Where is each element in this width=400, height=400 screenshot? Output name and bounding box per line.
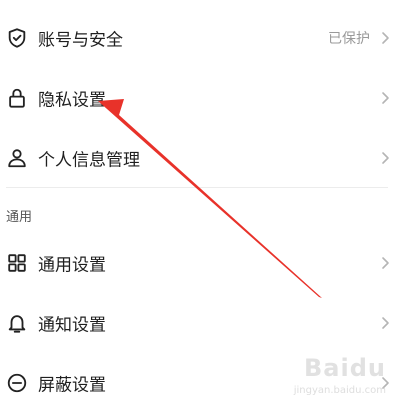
settings-item-general[interactable]: 通用设置 <box>0 233 400 293</box>
watermark-logo: Baidu <box>304 354 386 382</box>
settings-item-label: 通用设置 <box>38 255 106 276</box>
section-header-general: 通用 <box>6 210 33 225</box>
watermark-url: jingyan.baidu.com <box>293 385 386 396</box>
chevron-right-icon <box>378 316 392 330</box>
settings-item-label: 屏蔽设置 <box>38 375 106 396</box>
settings-item-account-security[interactable]: 账号与安全 已保护 <box>0 8 400 68</box>
person-icon <box>6 147 28 169</box>
settings-item-label: 隐私设置 <box>38 90 106 111</box>
settings-item-label: 个人信息管理 <box>38 150 140 171</box>
settings-item-label: 通知设置 <box>38 315 106 336</box>
chevron-right-icon <box>378 31 392 45</box>
lock-icon <box>6 87 28 109</box>
bell-icon <box>6 312 28 334</box>
settings-item-label: 账号与安全 <box>38 30 123 51</box>
settings-item-personal-info[interactable]: 个人信息管理 <box>0 128 400 188</box>
grid-icon <box>6 252 28 274</box>
settings-item-privacy[interactable]: 隐私设置 <box>0 68 400 128</box>
settings-screen: 账号与安全 已保护 隐私设置 个人信息管理 通用 通用设置 通知设置 屏蔽设置 … <box>0 0 400 400</box>
status-text: 已保护 <box>328 31 370 47</box>
settings-item-notification[interactable]: 通知设置 <box>0 293 400 353</box>
chevron-right-icon <box>378 91 392 105</box>
chevron-right-icon <box>378 256 392 270</box>
section-divider <box>6 187 388 188</box>
chevron-right-icon <box>378 151 392 165</box>
shield-check-icon <box>6 27 28 49</box>
block-icon <box>6 372 28 394</box>
